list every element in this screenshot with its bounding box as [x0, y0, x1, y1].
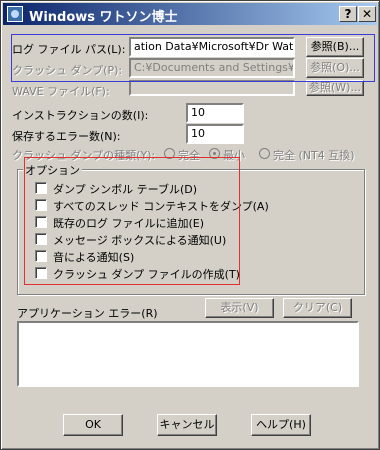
view-button[interactable]: 表示(V) — [205, 298, 274, 318]
window-title: Windows ワトソン博士 — [29, 10, 178, 25]
cancel-button[interactable]: キャンセル — [157, 414, 217, 436]
title-bar[interactable]: Windows ワトソン博士 ? ✕ — [3, 3, 377, 25]
browse-wave-button[interactable]: 参照(W)... — [306, 80, 364, 96]
options-highlight-box — [24, 157, 240, 285]
errors-count-label: 保存するエラー数(N): — [12, 130, 121, 143]
errors-count-field[interactable]: 10 — [186, 124, 244, 144]
app-errors-list[interactable] — [17, 321, 359, 387]
wave-file-field[interactable] — [129, 80, 295, 96]
close-button[interactable]: ✕ — [358, 6, 376, 22]
dr-watson-window: Windows ワトソン博士 ? ✕ ログ ファイル パス(L): ation … — [0, 0, 380, 450]
dump-nt4-radio[interactable] — [259, 148, 270, 159]
dump-nt4-label: 完全 (NT4 互換) — [273, 149, 355, 162]
help-button[interactable]: ヘルプ(H) — [251, 414, 311, 436]
app-icon — [7, 6, 23, 22]
clear-button[interactable]: クリア(C) — [283, 298, 352, 318]
app-errors-label: アプリケーション エラー(R) — [17, 307, 158, 320]
instructions-label: インストラクションの数(I): — [12, 109, 149, 122]
ok-button[interactable]: OK — [63, 414, 123, 436]
instructions-field[interactable]: 10 — [186, 103, 244, 123]
path-highlight-box — [11, 34, 375, 82]
wave-file-label: WAVE ファイル(F): — [12, 85, 110, 98]
help-title-button[interactable]: ? — [339, 6, 357, 22]
